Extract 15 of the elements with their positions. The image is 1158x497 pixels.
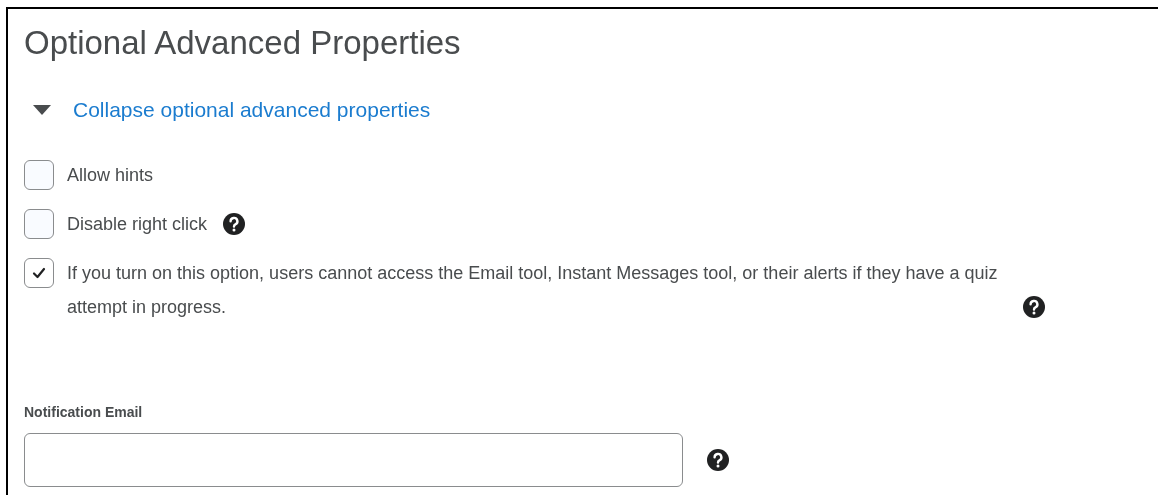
checkbox-label: Disable right click (67, 213, 208, 236)
check-icon (31, 265, 47, 281)
checkbox[interactable] (24, 160, 54, 190)
caret-icon[interactable] (33, 105, 51, 115)
email-input[interactable] (24, 433, 683, 487)
help-icon[interactable] (707, 449, 729, 471)
checkbox-label: If you turn on this option, users cannot access the Email tool, Instant Messages tool, or their alerts if they have a quiz attempt in progress. (67, 262, 999, 319)
help-icon[interactable] (223, 213, 246, 235)
collapse-link[interactable]: Collapse optional advanced properties (73, 98, 431, 122)
checkbox-label: Allow hints (67, 164, 154, 187)
checkbox[interactable] (24, 258, 54, 288)
checkbox[interactable] (24, 209, 54, 239)
help-icon[interactable] (1023, 296, 1045, 318)
field-label: Notification Email (24, 404, 144, 420)
section-title: Optional Advanced Properties (24, 23, 462, 63)
